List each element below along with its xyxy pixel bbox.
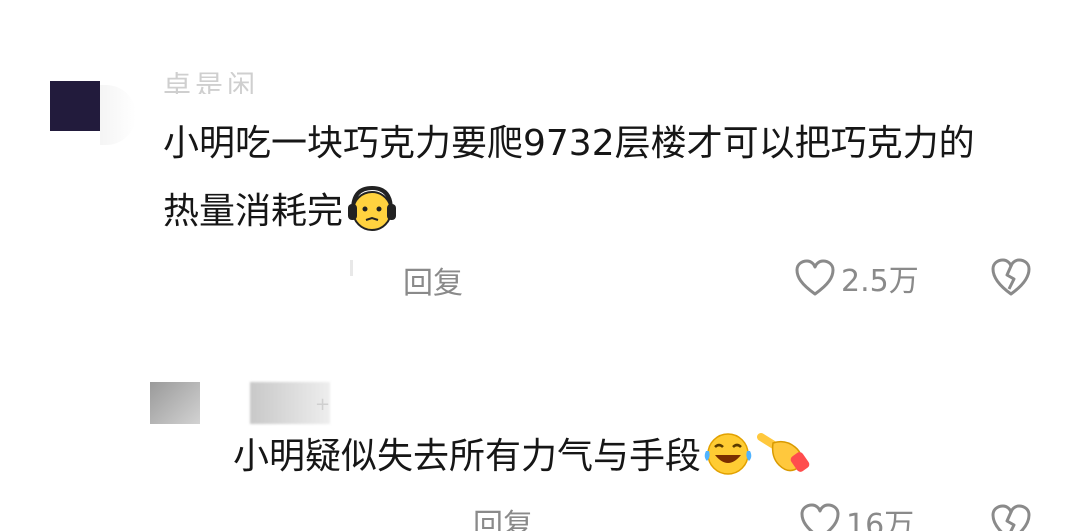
avatar[interactable]	[150, 382, 200, 424]
like-count: 2.5万	[841, 264, 919, 299]
comment-text-line: 小明吃一块巧克力要爬9732层楼才可以把巧克力的	[163, 123, 975, 164]
comment-text-line: 热量消耗完	[163, 185, 399, 240]
plus-icon: +	[315, 394, 331, 415]
heart-icon	[795, 259, 835, 296]
comment-thread: 卓是闲 小明吃一块巧克力要爬9732层楼才可以把巧克力的 热量消耗完 回复 2.…	[0, 0, 1080, 531]
heart-icon	[800, 503, 840, 531]
like-button[interactable]: 16万	[800, 500, 914, 531]
broken-heart-icon[interactable]	[990, 256, 1032, 298]
comment-text: 小明疑似失去所有力气与手段	[233, 436, 702, 477]
divider-mark	[350, 260, 353, 276]
comment-text: 热量消耗完	[163, 191, 344, 232]
laughing-crying-emoji	[704, 433, 752, 475]
broken-heart-icon[interactable]	[990, 502, 1032, 531]
avatar[interactable]	[50, 81, 100, 131]
like-count: 16万	[846, 508, 915, 531]
headphones-face-emoji	[348, 185, 397, 231]
pointing-hand-emoji	[757, 433, 810, 472]
username-fragment: 卓是闲	[163, 72, 260, 94]
reply-button[interactable]: 回复	[473, 500, 533, 531]
reply-button[interactable]: 回复	[403, 258, 463, 302]
comment-text-line: 小明疑似失去所有力气与手段	[233, 430, 811, 485]
avatar-shadow	[100, 85, 136, 145]
like-button[interactable]: 2.5万	[795, 256, 919, 300]
